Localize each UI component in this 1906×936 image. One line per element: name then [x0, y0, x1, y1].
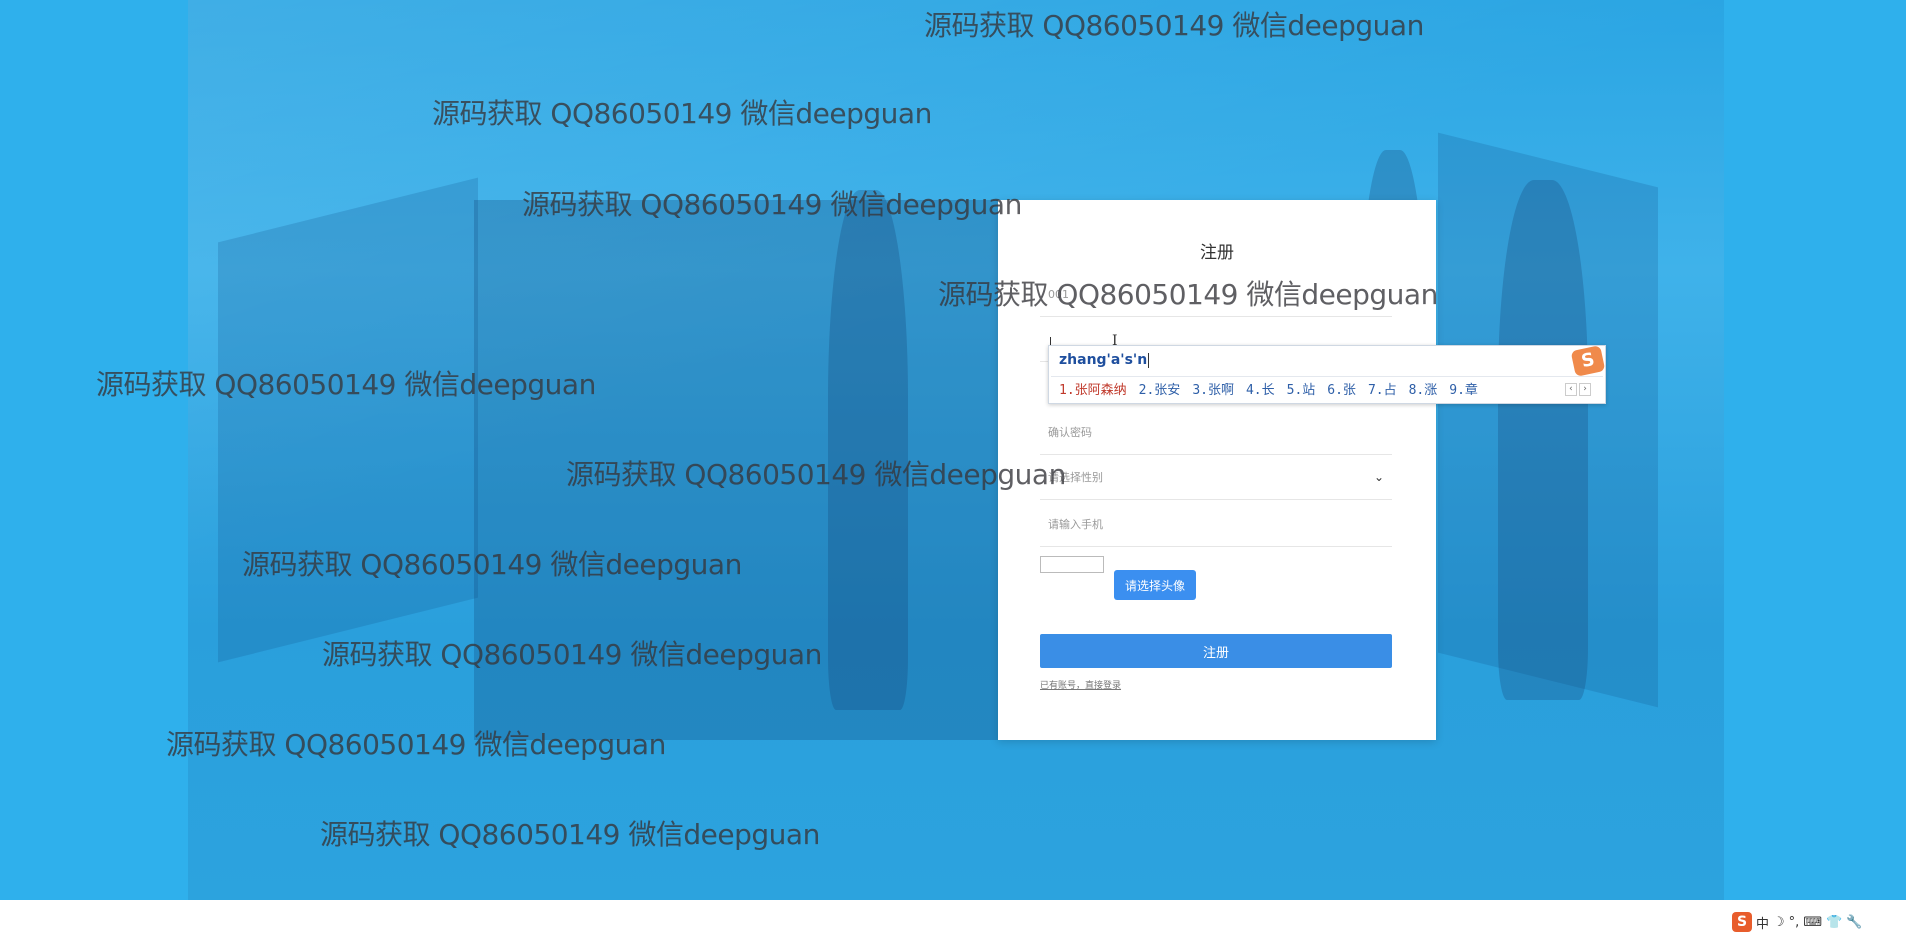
ime-candidate[interactable]: 1.张阿森纳 — [1059, 379, 1127, 398]
confirm-password-field[interactable]: 确认密码 — [1040, 410, 1392, 455]
ime-candidate[interactable]: 3.张啊 — [1192, 379, 1234, 398]
ime-candidate[interactable]: 5.站 — [1287, 379, 1316, 398]
watermark-text: 源码获取 QQ86050149 微信deepguan — [938, 278, 1438, 311]
background-building — [218, 177, 478, 663]
ime-candidate-window: zhang'a's'n S 1.张阿森纳 2.张安 3.张啊 4.长 5.站 6… — [1048, 345, 1606, 404]
watermark-text: 源码获取 QQ86050149 微信deepguan — [242, 548, 742, 581]
ime-candidate-list: 1.张阿森纳 2.张安 3.张啊 4.长 5.站 6.张 7.占 8.涨 9.章 — [1059, 379, 1478, 398]
register-submit-button[interactable]: 注册 — [1040, 634, 1392, 668]
watermark-text: 源码获取 QQ86050149 微信deepguan — [322, 638, 822, 671]
keyboard-icon[interactable]: ⌨ — [1803, 915, 1822, 930]
sogou-logo-icon[interactable]: S — [1732, 912, 1752, 932]
watermark-text: 源码获取 QQ86050149 微信deepguan — [96, 368, 596, 401]
background-left-panel — [0, 0, 188, 936]
ime-status-bar: S 中 ☽ °, ⌨ 👕 🔧 — [1732, 912, 1862, 932]
ime-candidate[interactable]: 4.长 — [1246, 379, 1275, 398]
phone-placeholder: 请输入手机 — [1048, 518, 1103, 531]
ime-mode-icon[interactable]: 中 — [1756, 913, 1769, 932]
phone-field[interactable]: 请输入手机 — [1040, 502, 1392, 547]
watermark-text: 源码获取 QQ86050149 微信deepguan — [432, 97, 932, 130]
moon-icon[interactable]: ☽ — [1773, 915, 1785, 930]
ime-candidate[interactable]: 6.张 — [1327, 379, 1356, 398]
ime-composition: zhang'a's'n — [1059, 352, 1150, 368]
avatar-preview-image — [1040, 556, 1104, 573]
background-person-silhouette — [1498, 180, 1588, 700]
ime-candidate[interactable]: 7.占 — [1368, 379, 1397, 398]
login-link[interactable]: 已有账号，直接登录 — [1040, 678, 1121, 691]
ime-next-page-icon[interactable]: › — [1579, 383, 1591, 396]
ime-prev-page-icon[interactable]: ‹ — [1565, 383, 1577, 396]
tools-icon[interactable]: 🔧 — [1846, 915, 1862, 930]
ime-logo-icon: S — [1570, 345, 1606, 377]
watermark-text: 源码获取 QQ86050149 微信deepguan — [924, 9, 1424, 42]
background-right-panel — [1724, 0, 1906, 936]
gender-select[interactable]: 请选择性别 ⌄ — [1040, 455, 1392, 500]
choose-avatar-button[interactable]: 请选择头像 — [1114, 570, 1196, 600]
watermark-text: 源码获取 QQ86050149 微信deepguan — [166, 728, 666, 761]
punctuation-icon[interactable]: °, — [1789, 915, 1800, 930]
confirm-password-placeholder: 确认密码 — [1048, 426, 1092, 439]
ime-pager: ‹ › — [1565, 383, 1591, 396]
ime-candidate[interactable]: 8.涨 — [1409, 379, 1438, 398]
watermark-text: 源码获取 QQ86050149 微信deepguan — [566, 458, 1066, 491]
skin-icon[interactable]: 👕 — [1826, 915, 1842, 930]
ime-candidate[interactable]: 2.张安 — [1139, 379, 1181, 398]
chevron-down-icon: ⌄ — [1373, 470, 1384, 484]
register-title: 注册 — [1200, 243, 1234, 263]
watermark-text: 源码获取 QQ86050149 微信deepguan — [320, 818, 820, 851]
bottom-strip — [0, 900, 1906, 936]
watermark-text: 源码获取 QQ86050149 微信deepguan — [522, 188, 1022, 221]
ime-candidate[interactable]: 9.章 — [1449, 379, 1478, 398]
